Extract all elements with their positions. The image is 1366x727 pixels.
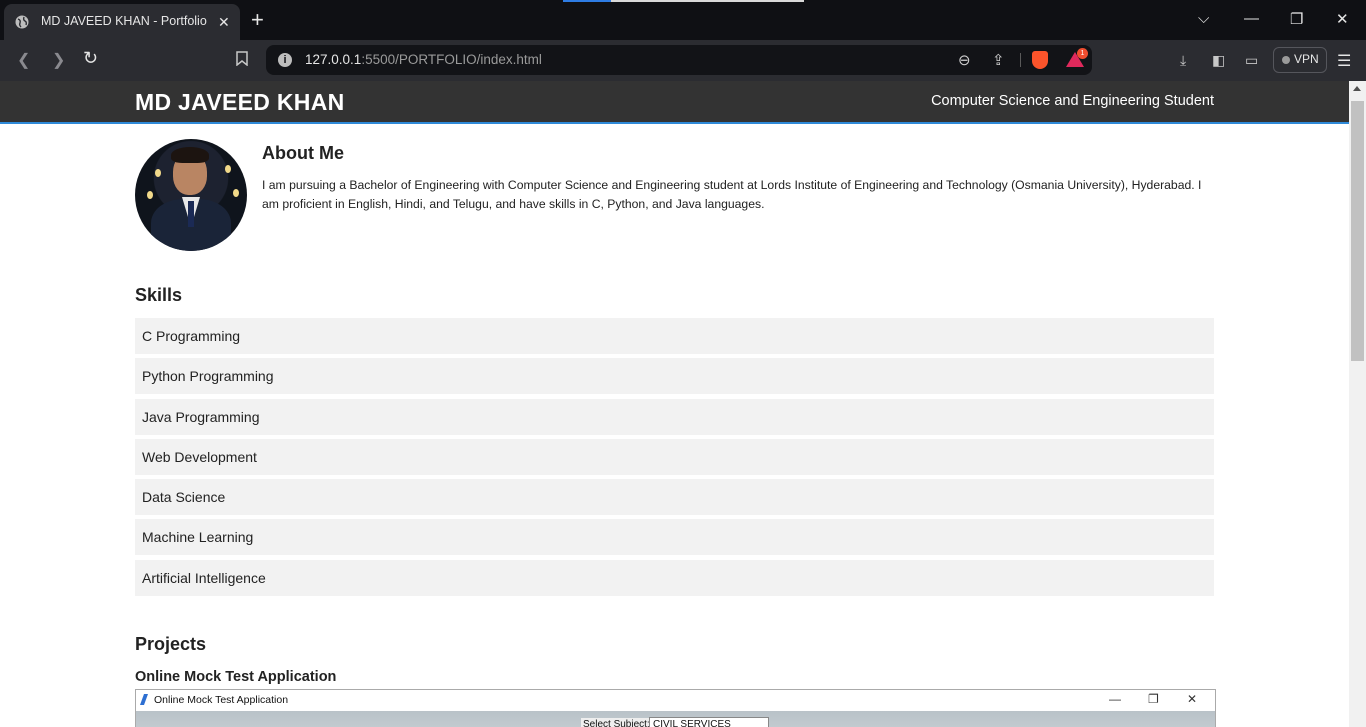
zoom-icon[interactable]: ⊖ xyxy=(958,51,971,69)
skill-item: Python Programming xyxy=(135,358,1214,394)
vpn-button[interactable]: VPN xyxy=(1273,47,1327,73)
close-icon: ✕ xyxy=(1187,692,1198,706)
address-bar[interactable]: i 127.0.0.1:5500/PORTFOLIO/index.html ⊖ … xyxy=(266,45,1092,75)
tab-title: MD JAVEED KHAN - Portfolio xyxy=(41,14,207,28)
bookmark-icon[interactable] xyxy=(236,51,248,66)
site-tagline: Computer Science and Engineering Student xyxy=(931,93,1214,109)
site-header: MD JAVEED KHAN Computer Science and Engi… xyxy=(0,81,1349,124)
project-title: Online Mock Test Application xyxy=(135,669,337,685)
skill-item: C Programming xyxy=(135,318,1214,354)
photo-tie xyxy=(188,201,194,227)
minimize-icon: — xyxy=(1109,692,1121,706)
screenshot-titlebar: Online Mock Test Application — ❐ ✕ xyxy=(136,690,1215,711)
omnibox-divider xyxy=(1020,53,1021,67)
skill-item: Java Programming xyxy=(135,399,1214,435)
feather-icon xyxy=(139,694,149,705)
photo-light xyxy=(155,169,161,177)
sidebar-icon[interactable]: ◧ xyxy=(1212,52,1225,69)
photo-light xyxy=(233,189,239,197)
profile-photo xyxy=(135,139,247,251)
photo-light xyxy=(147,191,153,199)
project-screenshot: Online Mock Test Application — ❐ ✕ Selec… xyxy=(135,689,1216,727)
loading-track xyxy=(611,0,804,2)
back-icon[interactable]: ❮ xyxy=(17,50,30,70)
photo-hair xyxy=(171,147,209,163)
page-scrollbar[interactable] xyxy=(1349,81,1366,727)
skill-item: Machine Learning xyxy=(135,519,1214,555)
globe-icon xyxy=(15,15,29,29)
restore-icon: ❐ xyxy=(1148,692,1159,706)
skill-label: Machine Learning xyxy=(142,529,254,545)
forward-icon[interactable]: ❯ xyxy=(52,50,65,70)
page-viewport: MD JAVEED KHAN Computer Science and Engi… xyxy=(0,81,1349,727)
url-path: :5500/PORTFOLIO/index.html xyxy=(361,52,542,67)
photo-light xyxy=(225,165,231,173)
url-host: 127.0.0.1 xyxy=(305,52,362,67)
skill-label: C Programming xyxy=(142,328,241,344)
vpn-status-icon xyxy=(1282,56,1290,64)
scroll-up-icon[interactable] xyxy=(1353,86,1361,91)
screenshot-window-title: Online Mock Test Application xyxy=(154,694,289,706)
restore-icon[interactable]: ❐ xyxy=(1290,10,1303,28)
skill-label: Web Development xyxy=(142,449,257,465)
loading-indicator xyxy=(563,0,611,2)
skill-item: Data Science xyxy=(135,479,1214,515)
skill-item: Artificial Intelligence xyxy=(135,560,1214,596)
tab-search-icon[interactable]: ⌵ xyxy=(1198,10,1209,27)
rewards-badge: 1 xyxy=(1077,48,1088,59)
minimize-icon[interactable]: — xyxy=(1244,10,1259,27)
site-name: MD JAVEED KHAN xyxy=(135,89,345,115)
screenshot-select-value: CIVIL SERVICES xyxy=(653,719,731,727)
skill-item: Web Development xyxy=(135,439,1214,475)
skill-label: Data Science xyxy=(142,489,226,505)
new-tab-icon[interactable]: + xyxy=(251,7,264,33)
skill-label: Artificial Intelligence xyxy=(142,570,266,586)
wallet-icon[interactable]: ▭ xyxy=(1245,52,1258,69)
menu-icon[interactable]: ☰ xyxy=(1337,51,1351,71)
skills-heading: Skills xyxy=(135,285,183,305)
close-window-icon[interactable]: ✕ xyxy=(1336,10,1349,28)
brave-shield-icon[interactable] xyxy=(1032,51,1048,69)
scrollbar-thumb[interactable] xyxy=(1351,101,1364,361)
site-info-icon[interactable]: i xyxy=(278,53,292,67)
about-text: I am pursuing a Bachelor of Engineering … xyxy=(262,178,1202,211)
reload-icon[interactable]: ↻ xyxy=(83,48,98,69)
tab-close-icon[interactable]: ✕ xyxy=(218,14,230,31)
screenshot-select: CIVIL SERVICES xyxy=(649,717,769,727)
skill-label: Python Programming xyxy=(142,368,274,384)
downloads-icon[interactable]: ⤓ xyxy=(1180,52,1186,69)
screenshot-select-label: Select Subject: xyxy=(581,718,652,727)
url-text[interactable]: 127.0.0.1:5500/PORTFOLIO/index.html xyxy=(305,52,542,67)
browser-tab[interactable]: MD JAVEED KHAN - Portfolio ✕ xyxy=(4,4,240,40)
skill-label: Java Programming xyxy=(142,409,260,425)
screenshot-body: Select Subject: CIVIL SERVICES xyxy=(136,711,1215,727)
share-icon[interactable]: ⇪ xyxy=(992,51,1005,69)
browser-toolbar: ❮ ❯ ↻ i 127.0.0.1:5500/PORTFOLIO/index.h… xyxy=(0,40,1366,81)
projects-heading: Projects xyxy=(135,634,207,654)
vpn-label: VPN xyxy=(1294,52,1319,66)
about-heading: About Me xyxy=(262,143,344,163)
tab-strip: MD JAVEED KHAN - Portfolio ✕ + ⌵ — ❐ ✕ xyxy=(0,0,1366,40)
